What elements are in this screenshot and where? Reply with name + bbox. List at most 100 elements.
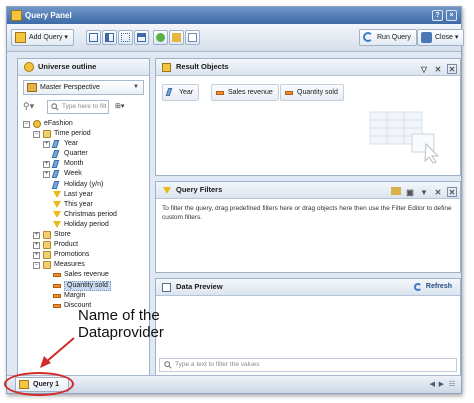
tree-node[interactable]: + Week	[21, 169, 149, 179]
tree-node-label: Holiday (y/n)	[64, 180, 104, 188]
query-properties-button[interactable]	[153, 30, 168, 45]
tree-node[interactable]: − eFashion	[21, 119, 149, 129]
remove-icon[interactable]: ✕	[433, 65, 443, 75]
document-button[interactable]	[185, 30, 200, 45]
tab-menu-icon[interactable]: ☷	[449, 380, 455, 388]
universe-icon	[24, 62, 34, 72]
title-bar: Query Panel ? ×	[7, 7, 461, 24]
tree-node-label: Margin	[64, 291, 86, 299]
layout-icon	[105, 33, 114, 42]
funnel-icon[interactable]: ▼	[419, 188, 429, 198]
data-preview-header: Data Preview Refresh	[156, 279, 460, 296]
collapse-icon[interactable]: −	[33, 262, 40, 270]
filter-editor-icon[interactable]	[391, 187, 401, 195]
window-title: Query Panel	[25, 11, 72, 20]
close-query-icon	[421, 32, 432, 43]
perspective-value: Master Perspective	[40, 84, 100, 91]
query-filters-actions: ▣ ▼ ✕ ✕	[387, 185, 457, 198]
dimension-icon	[51, 160, 60, 169]
outline-filter-row: ⚲▾ Type here to filt ⊞▾	[23, 100, 146, 114]
data-preview-panel: Data Preview Refresh Type a text to filt…	[155, 278, 461, 376]
outline-search-input[interactable]: Type here to filt	[47, 100, 109, 114]
tree-node[interactable]: + Product	[21, 240, 149, 250]
tree-node[interactable]: Sales revenue	[21, 270, 149, 280]
expand-icon[interactable]: +	[43, 171, 50, 179]
folder-icon	[43, 231, 51, 240]
filter-icon	[53, 190, 61, 198]
close-button[interactable]: Close ▾	[417, 29, 465, 46]
tree-node[interactable]: Quantity sold	[21, 280, 149, 291]
query-panel-icon	[11, 10, 22, 21]
remove-all-icon[interactable]: ✕	[447, 64, 457, 74]
sql-button[interactable]	[169, 30, 184, 45]
chevron-down-icon: ▼	[133, 84, 139, 90]
refresh-icon	[413, 283, 422, 291]
collapse-icon[interactable]: −	[23, 121, 30, 128]
help-icon[interactable]: ?	[432, 10, 443, 21]
filter-options-icon[interactable]: ⚲▾	[23, 101, 39, 112]
tree-node-label: Quantity sold	[64, 280, 111, 291]
tree-node[interactable]: Christmas period	[21, 210, 149, 220]
tree-node[interactable]: Last year	[21, 190, 149, 200]
folder-icon	[43, 241, 51, 250]
query-tab-bar: Query 1 ◀ ▶ ☷	[7, 375, 461, 393]
tree-node[interactable]: + Month	[21, 159, 149, 169]
expand-icon[interactable]: +	[33, 242, 40, 250]
expand-icon[interactable]: +	[33, 252, 40, 260]
remove-filters-icon[interactable]: ✕	[433, 188, 443, 198]
tree-node[interactable]: − Measures	[21, 260, 149, 270]
panel-icon	[137, 33, 146, 42]
expand-icon[interactable]: +	[43, 161, 50, 169]
expand-collapse-icon[interactable]: ⊞▾	[115, 101, 124, 112]
tree-node[interactable]: Quarter	[21, 149, 149, 159]
close-window-icon[interactable]: ×	[446, 10, 457, 21]
remove-all-filters-icon[interactable]: ✕	[447, 187, 457, 197]
filter-icon	[53, 200, 61, 208]
filter-icon[interactable]: ▽	[419, 65, 429, 75]
tree-node[interactable]: This year	[21, 200, 149, 210]
data-preview-search-input[interactable]: Type a text to filter the values	[159, 358, 457, 372]
query-filters-panel[interactable]: Query Filters ▣ ▼ ✕ ✕ To filter the query, …	[155, 181, 461, 273]
perspective-select[interactable]: Master Perspective ▼	[23, 80, 144, 95]
tree-node-label: Measures	[54, 261, 85, 269]
tree-node-label: Week	[64, 170, 82, 178]
view-layout-1-button[interactable]	[86, 30, 101, 45]
query-filters-header: Query Filters ▣ ▼ ✕ ✕	[156, 182, 460, 199]
result-object-year[interactable]: Year	[162, 84, 200, 101]
grid-icon	[121, 33, 130, 42]
scroll-right-icon[interactable]: ▶	[439, 380, 444, 388]
data-preview-search-placeholder: Type a text to filter the values	[175, 361, 260, 368]
expand-icon[interactable]: +	[33, 232, 40, 240]
refresh-button[interactable]: Refresh	[413, 282, 452, 292]
outline-search-placeholder: Type here to filt	[62, 103, 107, 110]
view-layout-3-button[interactable]	[118, 30, 133, 45]
query-filters-title: Query Filters	[176, 185, 223, 194]
refresh-label: Refresh	[425, 283, 452, 290]
view-layout-2-button[interactable]	[102, 30, 117, 45]
view-layout-4-button[interactable]	[134, 30, 149, 45]
result-object-quantity-sold[interactable]: Quantity sold	[280, 84, 344, 101]
run-query-label: Run Query	[377, 34, 411, 41]
tree-node[interactable]: Margin	[21, 291, 149, 301]
properties-icon	[156, 33, 165, 42]
tree-node-label: This year	[64, 200, 93, 208]
collapse-icon[interactable]: −	[33, 131, 40, 139]
tree-node[interactable]: Holiday period	[21, 220, 149, 230]
result-object-label: Year	[179, 89, 194, 96]
tree-node[interactable]: Holiday (y/n)	[21, 180, 149, 190]
run-query-button[interactable]: Run Query	[359, 29, 417, 46]
add-query-button[interactable]: Add Query ▾	[11, 29, 74, 46]
tree-node-label: Last year	[64, 190, 93, 198]
result-objects-panel[interactable]: Result Objects ▽ ✕ ✕ Year Sales revenue Qu…	[155, 58, 461, 176]
tree-node[interactable]: + Year	[21, 139, 149, 149]
scroll-left-icon[interactable]: ◀	[430, 380, 435, 388]
tree-node-label: Promotions	[54, 251, 90, 259]
tree-node[interactable]: − Time period	[21, 129, 149, 139]
drop-objects-illustration-icon	[369, 111, 440, 164]
dimension-icon	[51, 170, 60, 179]
tree-node[interactable]: + Store	[21, 230, 149, 240]
result-object-sales-revenue[interactable]: Sales revenue	[211, 84, 279, 101]
expand-icon[interactable]: +	[43, 141, 50, 149]
tree-node[interactable]: + Promotions	[21, 250, 149, 260]
prompt-icon[interactable]: ▣	[405, 188, 415, 198]
